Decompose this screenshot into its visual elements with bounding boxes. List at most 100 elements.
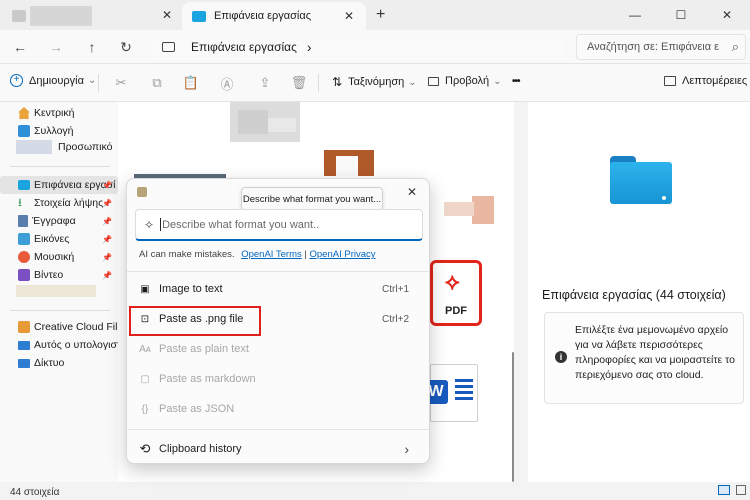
maximize-button[interactable]: ☐ [658,0,704,30]
forward-button[interactable]: → [44,36,68,58]
menu-item-paste-as-json[interactable]: {} Paste as JSON [135,396,423,422]
pin-icon: 📌 [102,198,112,208]
sidebar-item-pictures[interactable]: Εικόνες 📌 [0,230,118,248]
up-button[interactable]: ↑ [80,36,104,58]
redacted-account [16,140,52,154]
menu-item-image-to-text[interactable]: ▣ Image to text Ctrl+1 [135,276,423,302]
advanced-paste-popup: ✕ Describe what format you want... ✧ Des… [126,178,430,464]
refresh-button[interactable]: ↻ [114,36,138,58]
documents-icon [18,215,28,227]
app-icon [137,187,147,197]
shortcut-label: Ctrl+2 [382,313,409,325]
large-desktop-folder-icon [610,156,672,204]
sidebar-item-home[interactable]: Κεντρική [0,104,118,122]
sidebar-item-desktop[interactable]: Επιφάνεια εργασί 📌 [0,176,118,194]
pin-icon: 📌 [102,270,112,280]
pdf-file-icon[interactable]: ⟡ PDF [430,260,482,326]
sidebar-item-creative-cloud[interactable]: Creative Cloud Files F [0,318,118,336]
prompt-placeholder: Describe what format you want.. [162,218,320,231]
text-format-icon: Aᴀ [139,343,151,355]
tiles-view-icon[interactable] [736,485,746,495]
tab-desktop[interactable]: Επιφάνεια εργασίας ✕ [182,2,366,30]
json-braces-icon: {} [141,403,149,415]
scrollbar[interactable] [512,352,514,482]
monitor-icon [162,42,175,52]
info-card: i Επιλέξτε ένα μεμονωμένο αρχείο για να … [544,312,744,404]
home-icon [18,107,30,119]
share-icon[interactable]: ⇪ [256,74,274,92]
cut-icon[interactable]: ✂ [112,74,130,92]
chevron-down-icon: ⌄ [87,75,97,86]
search-input[interactable]: Αναζήτηση σε: Επιφάνεια ε ⌕ [576,34,746,60]
rename-icon[interactable]: Ⓐ [218,74,236,92]
close-tab-icon[interactable]: ✕ [344,9,354,23]
acrobat-logo-icon: ⟡ [445,269,460,294]
sidebar-item-documents[interactable]: Έγγραφα 📌 [0,212,118,230]
sidebar-item-network[interactable]: Δίκτυο [0,354,118,372]
clipboard-history-button[interactable]: ⟲ Clipboard history › [135,436,423,462]
pictures-icon [18,233,30,245]
chevron-down-icon: ⌄ [408,76,417,88]
close-window-button[interactable]: ✕ [704,0,750,30]
copy-icon[interactable]: ⧉ [148,74,166,92]
divider [10,166,110,167]
menu-item-paste-as-plain-text[interactable]: Aᴀ Paste as plain text [135,336,423,362]
ai-disclaimer: AI can make mistakes. OpenAI Terms | Ope… [139,249,376,260]
sort-icon: ⇅ [332,75,343,89]
tooltip: Describe what format you want... [241,187,383,211]
navigation-bar: ← → ↑ ↻ Επιφάνεια εργασίας › Αναζήτηση σ… [0,30,750,64]
sidebar-item-onedrive[interactable]: Προσωπικό [0,138,118,156]
info-icon: i [555,351,567,363]
more-options-button[interactable]: ••• [512,76,520,87]
network-icon [18,358,30,368]
view-button[interactable]: Προβολή ⌄ [428,75,502,87]
history-icon: ⟲ [139,441,151,456]
paste-icon[interactable]: 📋 [182,74,200,92]
address-bar[interactable]: Επιφάνεια εργασίας › [152,34,564,60]
navigation-pane: Κεντρική Συλλογή Προσωπικό Επιφάνεια εργ… [0,102,118,482]
command-bar: + Δημιουργία ⌄ ✂ ⧉ 📋 Ⓐ ⇪ 🗑 ⇅ Ταξινόμηση … [0,64,750,102]
address-text: Επιφάνεια εργασίας [191,40,297,54]
prompt-input[interactable]: ✧ Describe what format you want.. [135,209,423,241]
folder-icon [12,10,26,22]
redacted-folder [16,285,96,297]
pdf-label: PDF [445,305,467,317]
details-view-icon[interactable] [718,485,730,495]
blurred-thumbnail [238,110,268,134]
status-bar: 44 στοιχεία [0,482,750,500]
item-count: 44 στοιχεία [10,487,60,498]
sidebar-item-downloads[interactable]: ⭳ Στοιχεία λήψης 📌 [0,194,118,212]
tab-title: Επιφάνεια εργασίας [214,10,312,22]
close-popup-button[interactable]: ✕ [407,185,417,199]
openai-privacy-link[interactable]: OpenAI Privacy [310,249,376,260]
redacted-tab-title [30,6,92,26]
details-label: Λεπτομέρειες [682,75,748,87]
separator [98,74,99,92]
sidebar-item-redacted[interactable] [0,282,118,300]
sort-label: Ταξινόμηση [348,76,405,88]
minimize-button[interactable]: — [612,0,658,30]
download-icon: ⭳ [18,197,22,209]
view-icon [428,76,439,86]
close-tab-icon[interactable]: ✕ [162,8,172,22]
blurred-thumbnail [444,202,474,216]
openai-terms-link[interactable]: OpenAI Terms [241,249,302,260]
menu-item-paste-as-markdown[interactable]: ▢ Paste as markdown [135,366,423,392]
shortcut-label: Ctrl+1 [382,283,409,295]
chevron-right-icon: › [404,441,409,457]
sidebar-item-this-pc[interactable]: Αυτός ο υπολογιστή [0,336,118,354]
delete-icon[interactable]: 🗑 [290,74,308,92]
details-button[interactable]: Λεπτομέρειες [664,75,747,87]
creative-cloud-icon [18,321,30,333]
back-button[interactable]: ← [8,36,32,58]
sidebar-item-music[interactable]: Μουσική 📌 [0,248,118,266]
chevron-right-icon[interactable]: › [307,39,312,55]
new-tab-button[interactable]: + [376,6,385,24]
new-button[interactable]: + Δημιουργία ⌄ [10,74,96,87]
tab-inactive[interactable]: ✕ [8,4,180,30]
highlight-box [129,306,261,336]
pin-icon: 📌 [102,234,112,244]
image-icon: ▣ [140,283,150,295]
clipboard-history-label: Clipboard history [159,443,242,455]
sort-button[interactable]: ⇅ Ταξινόμηση ⌄ [332,75,417,89]
